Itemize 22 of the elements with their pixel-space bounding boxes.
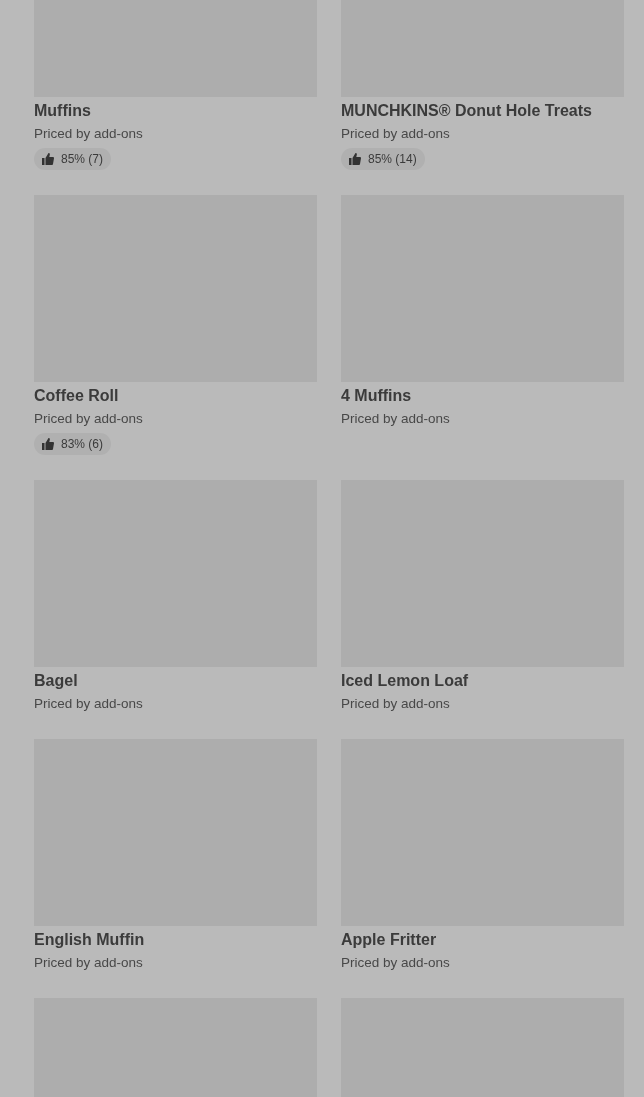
item-price-note: Priced by add-ons: [34, 695, 143, 713]
item-name: English Muffin: [34, 930, 145, 950]
item-price-note: Priced by add-ons: [341, 695, 450, 713]
thumbs-up-icon: [349, 153, 361, 165]
item-name: MUNCHKINS® Donut Hole Treats: [341, 101, 592, 121]
rating-badge: 83% (6): [34, 433, 112, 455]
item-name: Coffee Roll: [34, 386, 119, 406]
item-name: Apple Fritter: [341, 930, 437, 950]
item-price-note: Priced by add-ons: [34, 954, 143, 972]
rating-badge: 85% (7): [34, 148, 112, 170]
item-price-note: Priced by add-ons: [34, 125, 143, 143]
item-price-note: Priced by add-ons: [341, 954, 450, 972]
thumbs-up-icon: [42, 438, 54, 450]
item-price-note: Priced by add-ons: [341, 410, 450, 428]
item-price-note: Priced by add-ons: [341, 125, 450, 143]
thumbs-up-icon: [42, 153, 54, 165]
item-name: Muffins: [34, 101, 91, 121]
item-name: 4 Muffins: [341, 386, 412, 406]
item-name: Iced Lemon Loaf: [341, 671, 469, 691]
item-name: Bagel: [34, 671, 78, 691]
rating-badge: 85% (14): [341, 148, 425, 170]
item-price-note: Priced by add-ons: [34, 410, 143, 428]
